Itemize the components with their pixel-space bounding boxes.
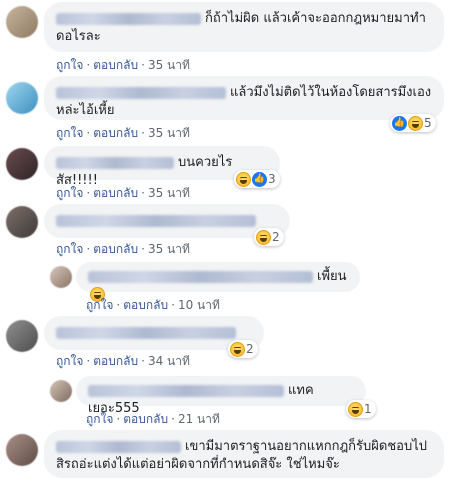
like-link[interactable]: ถูกใจ [56,58,83,72]
timestamp[interactable]: 21 นาที [178,412,220,426]
comment-actions: ถูกใจ · ตอบกลับ · 34 นาที [56,354,190,368]
reply-link[interactable]: ตอบกลับ [93,354,138,368]
avatar[interactable] [50,380,72,402]
reaction-count: 5 [424,116,432,130]
commenter-name-blurred[interactable] [56,214,256,227]
timestamp[interactable]: 10 นาที [178,298,220,312]
reply-link[interactable]: ตอบกลับ [93,126,138,140]
commenter-name-blurred[interactable] [56,326,236,339]
reaction-count: 1 [364,402,372,416]
reply-link[interactable]: ตอบกลับ [93,242,138,256]
haha-reaction-icon [256,229,271,245]
comment-actions: ถูกใจ · ตอบกลับ · 35 นาที [56,186,190,200]
haha-reaction-icon [408,115,423,131]
comment-bubble: ก็ถ้าไม่ผิด แล้วเค้าจะออกกฎหมายมาทำดอไรล… [44,2,444,52]
timestamp[interactable]: 35 นาที [148,242,190,256]
timestamp[interactable]: 35 นาที [148,58,190,72]
commenter-name-blurred[interactable] [88,270,313,283]
like-link[interactable]: ถูกใจ [56,186,83,200]
reaction-summary[interactable]: 2 [254,228,284,246]
reaction-summary[interactable]: 1 [346,400,376,418]
comment-bubble: เพื้ยน [76,262,360,302]
haha-reaction-icon [230,341,245,357]
commenter-name-blurred[interactable] [56,12,201,25]
commenter-name-blurred[interactable] [56,86,226,99]
comment-bubble [44,204,290,238]
comment-actions: ถูกใจ · ตอบกลับ · 21 นาที [86,412,220,426]
like-link[interactable]: ถูกใจ [56,126,83,140]
reaction-count: 2 [246,342,254,356]
comment-actions: ถูกใจ · ตอบกลับ · 35 นาที [56,58,190,72]
haha-reaction-icon [236,171,251,187]
comment-bubble: แทคเยอะ555 [76,376,366,416]
avatar[interactable] [6,320,38,352]
like-link[interactable]: ถูกใจ [86,298,113,312]
avatar[interactable] [6,148,38,180]
avatar[interactable] [6,6,38,38]
reply-link[interactable]: ตอบกลับ [123,298,168,312]
haha-reaction-icon [348,401,363,417]
avatar[interactable] [6,206,38,238]
reaction-summary[interactable]: 👍 5 [390,114,436,132]
commenter-name-blurred[interactable] [88,384,284,397]
commenter-name-blurred[interactable] [56,440,181,453]
timestamp[interactable]: 34 นาที [148,354,190,368]
like-link[interactable]: ถูกใจ [56,354,83,368]
like-link[interactable]: ถูกใจ [56,242,83,256]
comment-actions: ถูกใจ · ตอบกลับ · 35 นาที [56,242,190,256]
reply-link[interactable]: ตอบกลับ [93,186,138,200]
reply-link[interactable]: ตอบกลับ [93,58,138,72]
comment-text: เพื้ยน [317,269,347,284]
comment-actions: ถูกใจ · ตอบกลับ · 35 นาที [56,126,190,140]
like-reaction-icon: 👍 [252,171,267,187]
reaction-summary[interactable]: 👍 3 [234,170,280,188]
reply-link[interactable]: ตอบกลับ [123,412,168,426]
like-reaction-icon: 👍 [392,115,407,131]
timestamp[interactable]: 35 นาที [148,126,190,140]
commenter-name-blurred[interactable] [56,156,174,169]
reaction-summary[interactable]: 2 [228,340,258,358]
avatar[interactable] [6,434,38,466]
comment-bubble: แล้วมึงไม่ติดไว้ในห้องโดยสารมึงเองหล่ะไอ… [44,76,444,120]
avatar[interactable] [6,82,38,114]
avatar[interactable] [50,266,72,288]
comment-bubble: เขามีมาตราฐานอยากแหกกฎก็รับผิดชอบไปสิรถอ… [44,430,444,478]
timestamp[interactable]: 35 นาที [148,186,190,200]
comment-actions: ถูกใจ · ตอบกลับ · 10 นาที [86,298,220,312]
reaction-count: 2 [272,230,280,244]
reaction-count: 3 [268,172,276,186]
like-link[interactable]: ถูกใจ [86,412,113,426]
